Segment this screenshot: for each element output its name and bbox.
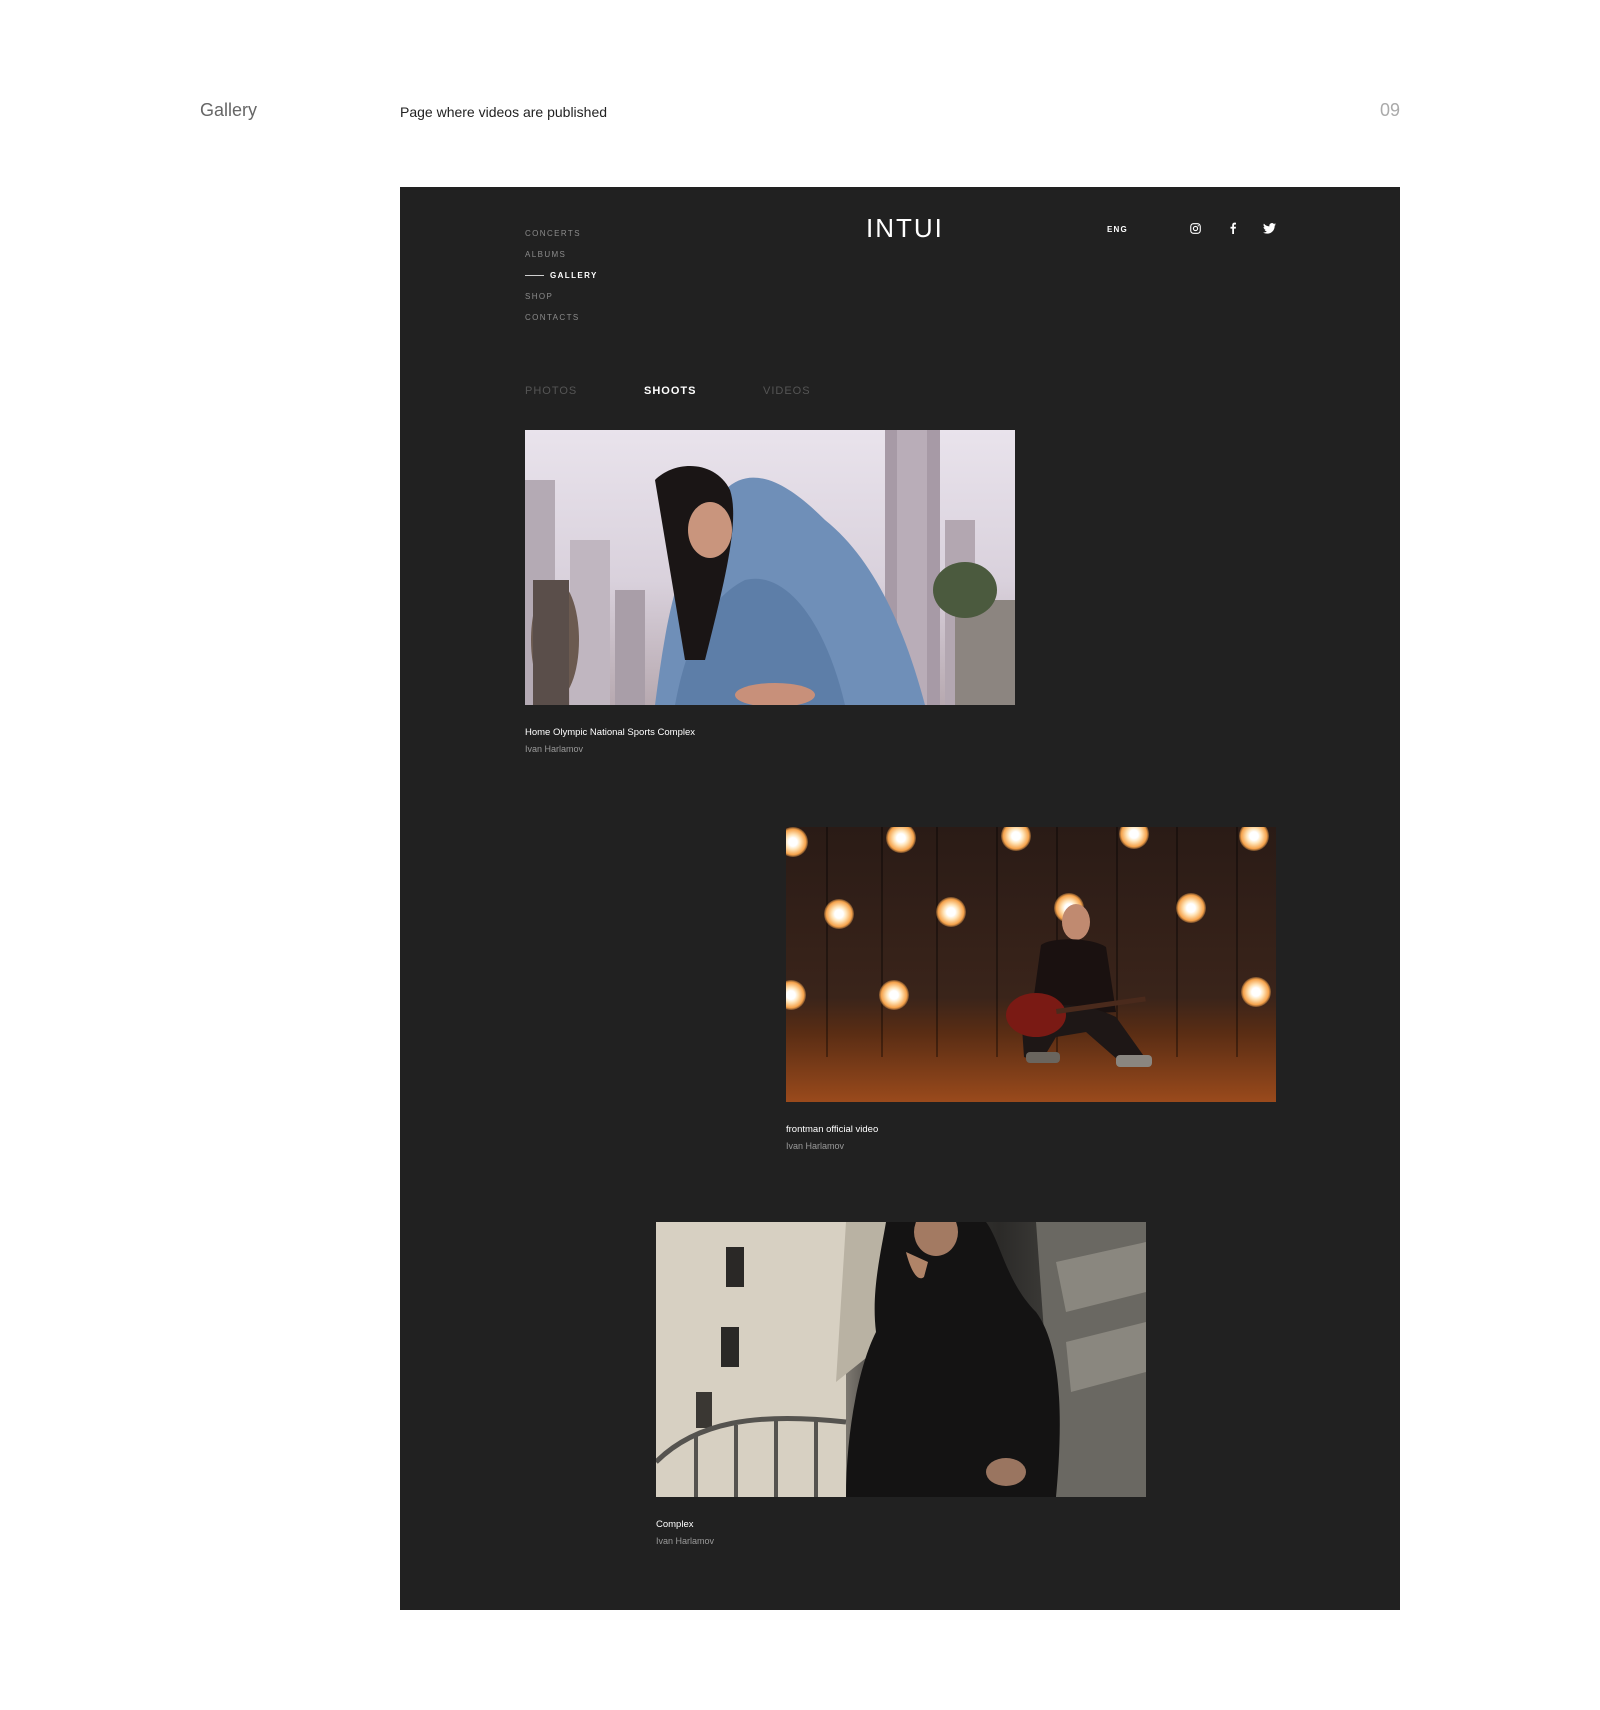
tab-photos[interactable]: PHOTOS (525, 385, 577, 397)
item-title: Complex (656, 1519, 694, 1530)
nav-item-label: CONCERTS (525, 229, 581, 238)
gallery-item[interactable]: Home Olympic National Sports Complex Iva… (525, 430, 1015, 754)
website-mockup: CONCERTS ALBUMS GALLERY SHOP CONTACTS IN… (400, 187, 1400, 1610)
nav-item-shop[interactable]: SHOP (525, 286, 598, 307)
tab-shoots[interactable]: SHOOTS (644, 385, 696, 397)
nav-item-label: SHOP (525, 292, 554, 301)
item-author: Ivan Harlamov (786, 1141, 845, 1151)
site-logo[interactable]: INTUI (866, 213, 942, 244)
twitter-icon[interactable] (1262, 221, 1276, 235)
nav-item-label: ALBUMS (525, 250, 567, 259)
nav-item-concerts[interactable]: CONCERTS (525, 223, 598, 244)
gallery-image[interactable] (786, 827, 1276, 1102)
item-author: Ivan Harlamov (656, 1536, 715, 1546)
nav-item-contacts[interactable]: CONTACTS (525, 307, 598, 328)
gallery-image[interactable] (525, 430, 1015, 705)
nav-item-label: CONTACTS (525, 313, 580, 322)
page-number: 09 (1379, 100, 1400, 120)
nav-item-label: GALLERY (550, 271, 598, 280)
language-switch[interactable]: ENG (1107, 225, 1128, 234)
gallery-item[interactable]: Complex Ivan Harlamov (656, 1222, 1146, 1546)
nav-item-albums[interactable]: ALBUMS (525, 244, 598, 265)
nav-item-gallery[interactable]: GALLERY (525, 265, 598, 286)
active-indicator (525, 275, 544, 276)
gallery-item[interactable]: frontman official video Ivan Harlamov (786, 827, 1276, 1151)
section-description: Page where videos are published (400, 104, 608, 120)
tab-videos[interactable]: VIDEOS (763, 385, 811, 397)
instagram-icon[interactable] (1188, 221, 1202, 235)
item-title: frontman official video (786, 1124, 879, 1135)
gallery-image[interactable] (656, 1222, 1146, 1497)
facebook-icon[interactable] (1226, 221, 1240, 235)
item-title: Home Olympic National Sports Complex (525, 727, 696, 738)
item-author: Ivan Harlamov (525, 744, 584, 754)
section-title: Gallery (200, 100, 258, 120)
main-nav: CONCERTS ALBUMS GALLERY SHOP CONTACTS (525, 223, 598, 328)
